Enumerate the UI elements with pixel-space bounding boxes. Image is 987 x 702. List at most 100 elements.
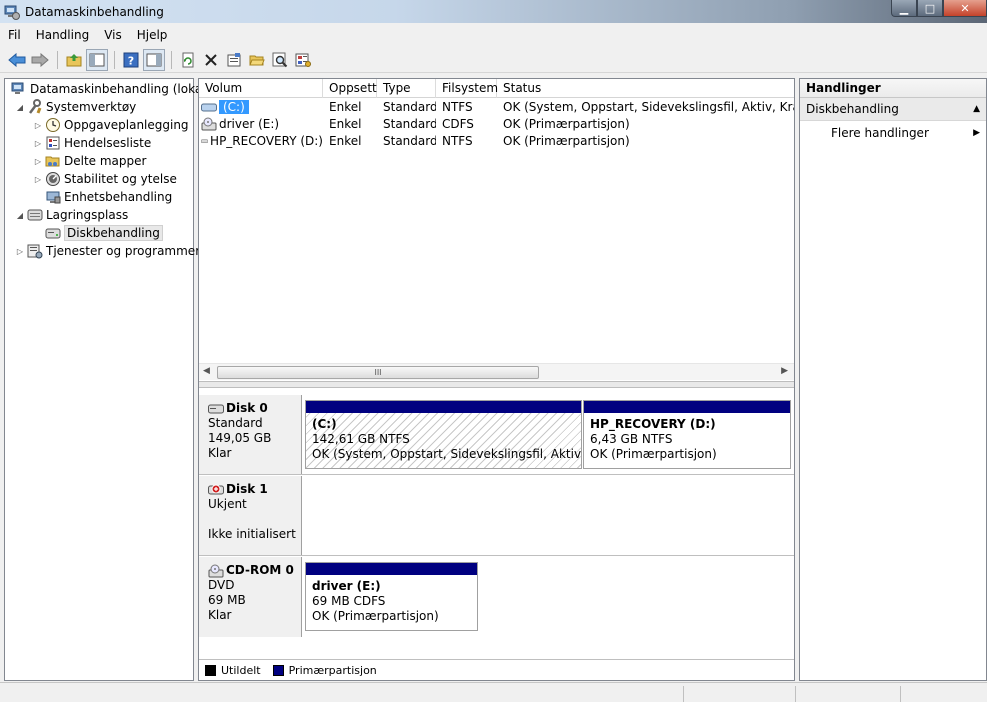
folder-up-icon [66,53,82,66]
tree-label: Enhetsbehandling [64,190,173,204]
tree-item-event-viewer[interactable]: ▷ Hendelsesliste [33,134,151,152]
shared-folder-icon [45,156,60,167]
svg-text:?: ? [128,54,134,67]
column-header-volume[interactable]: Volum [199,79,323,98]
close-button[interactable]: ✕ [943,0,987,17]
uninitialized-disk-icon [208,484,224,494]
disk-name: Disk 1 [226,482,268,496]
disk-size: 69 MB [208,593,246,607]
close-icon: ✕ [960,1,970,15]
disk-name: Disk 0 [226,401,268,415]
drive-icon [201,103,217,111]
actions-section-label: Diskbehandling [806,102,899,116]
cd-drive-icon [208,564,224,577]
toolbar-separator [57,50,58,69]
disk-state: Klar [208,446,232,460]
actions-header: Handlinger [800,79,986,98]
column-header-type[interactable]: Type [377,79,436,98]
export-list-button[interactable] [292,49,314,71]
disk-info-0[interactable]: Disk 0 Standard 149,05 GB Klar [199,395,302,474]
disk-info-cdrom[interactable]: CD-ROM 0 DVD 69 MB Klar [199,557,302,637]
tree-label: Oppgaveplanlegging [64,118,189,132]
volume-row[interactable]: (C:) Enkel Standard NTFS OK (System, Opp… [199,98,794,115]
tools-icon [29,99,42,114]
column-header-status[interactable]: Status [497,79,794,98]
primary-partition-bar [584,401,790,413]
toolbar-separator [114,50,115,69]
find-button[interactable] [269,49,291,71]
disk-size [208,512,301,527]
properties-button[interactable] [223,49,245,71]
menu-handling[interactable]: Handling [28,28,97,42]
status-cell: OK (Primærpartisjon) [503,116,630,131]
filesystem-cell: CDFS [442,116,474,131]
tree-item-system-tools[interactable]: ◢ Systemverktøy [15,98,136,116]
column-header-layout[interactable]: Oppsett [323,79,377,98]
partition-size: 142,61 GB NTFS [312,432,410,446]
partition-c[interactable]: (C:) 142,61 GB NTFS OK (System, Oppstart… [305,400,582,469]
status-divider [795,686,796,702]
scroll-left-icon[interactable]: ◀ [203,366,210,376]
minimize-button[interactable]: ▁ [891,0,917,17]
actions-section-disk-management[interactable]: Diskbehandling ▲ [800,98,986,121]
primary-partition-bar [306,401,581,413]
maximize-button[interactable]: □ [917,0,943,17]
show-hide-action-pane-button[interactable] [143,48,165,71]
refresh-button[interactable] [177,49,199,71]
tree-item-reliability-performance[interactable]: ▷ Stabilitet og ytelse [33,170,177,188]
tree-item-task-scheduler[interactable]: ▷ Oppgaveplanlegging [33,116,189,134]
scroll-right-icon[interactable]: ▶ [781,366,788,376]
back-button[interactable] [6,49,28,71]
status-divider [900,686,901,702]
disk-name: CD-ROM 0 [226,563,294,577]
up-level-button[interactable] [63,49,85,71]
volume-row[interactable]: HP_RECOVERY (D:) Enkel Standard NTFS OK … [199,132,794,149]
horizontal-scrollbar[interactable]: ◀ III ▶ [199,363,794,380]
status-cell: OK (Primærpartisjon) [503,133,630,148]
show-hide-tree-button[interactable] [86,48,108,71]
forward-button[interactable] [29,49,51,71]
menu-fil[interactable]: Fil [0,28,28,42]
expand-triangle-icon[interactable]: ▷ [33,175,43,184]
partition-e[interactable]: driver (E:) 69 MB CDFS OK (Primærpartisj… [305,562,478,631]
volume-row[interactable]: driver (E:) Enkel Standard CDFS OK (Prim… [199,115,794,132]
tree-item-device-manager[interactable]: Enhetsbehandling [43,188,172,206]
volume-name: HP_RECOVERY (D:) [210,133,323,148]
column-header-filesystem[interactable]: Filsystem [436,79,498,98]
partition-name: HP_RECOVERY (D:) [590,417,716,431]
tree-item-storage[interactable]: ◢ Lagringsplass [15,206,128,224]
title-bar[interactable]: Datamaskinbehandling ▁ □ ✕ [0,0,987,23]
partition-d[interactable]: HP_RECOVERY (D:) 6,43 GB NTFS OK (Primær… [583,400,791,469]
menu-hjelp[interactable]: Hjelp [129,28,175,42]
scrollbar-thumb[interactable]: III [217,366,539,379]
collapse-triangle-icon[interactable]: ◢ [15,103,25,112]
tree-item-disk-management[interactable]: Diskbehandling [43,224,163,242]
tree-pane-icon [89,53,105,66]
help-button[interactable]: ? [120,49,142,71]
submenu-arrow-icon: ▶ [973,128,980,138]
collapse-up-icon[interactable]: ▲ [973,104,980,114]
filesystem-cell: NTFS [442,133,473,148]
partition-name: (C:) [312,417,337,431]
pane-splitter[interactable] [199,381,794,388]
tree-item-shared-folders[interactable]: ▷ Delte mapper [33,152,147,170]
partition-details: HP_RECOVERY (D:) 6,43 GB NTFS OK (Primær… [584,413,790,462]
expand-triangle-icon[interactable]: ▷ [33,139,43,148]
collapse-triangle-icon[interactable]: ◢ [15,211,25,220]
menu-vis[interactable]: Vis [96,28,129,42]
type-cell: Standard [383,133,436,148]
storage-icon [27,209,43,221]
volume-cell: (C:) [199,99,323,114]
more-actions-item[interactable]: Flere handlinger ▶ [800,121,986,145]
expand-triangle-icon[interactable]: ▷ [15,247,25,256]
type-cell: Standard [383,99,436,114]
disk-management-icon [45,228,61,239]
delete-button[interactable] [200,49,222,71]
expand-triangle-icon[interactable]: ▷ [33,121,43,130]
disk-info-1[interactable]: Disk 1 Ukjent Ikke initialisert [199,476,302,555]
open-folder-button[interactable] [246,49,268,71]
tree-item-computer-management[interactable]: Datamaskinbehandling (lokal) [9,80,210,98]
disk-row-cdrom: CD-ROM 0 DVD 69 MB Klar driver (E:) 69 M… [199,557,794,637]
tree-item-services-applications[interactable]: ▷ Tjenester og programmer [15,242,200,260]
expand-triangle-icon[interactable]: ▷ [33,157,43,166]
